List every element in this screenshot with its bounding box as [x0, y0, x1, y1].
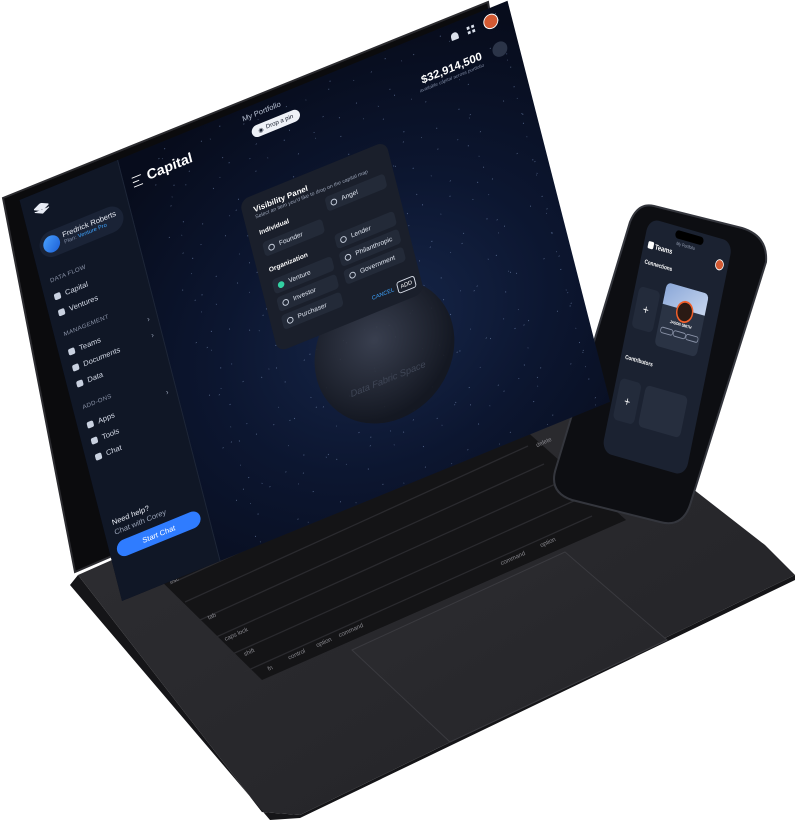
- radio-icon: [339, 234, 348, 244]
- data-icon: [75, 378, 84, 388]
- chevron-right-icon: ›: [146, 314, 151, 324]
- radio-icon: [286, 315, 295, 325]
- avatar: [41, 232, 62, 256]
- connections-heading: Connections: [643, 258, 673, 273]
- radio-icon: [348, 270, 357, 280]
- chat-icon: [94, 451, 103, 461]
- contributor-card[interactable]: [637, 384, 689, 439]
- tag: [672, 329, 687, 340]
- add-button[interactable]: ADD: [395, 275, 417, 295]
- bell-icon[interactable]: [450, 31, 460, 42]
- tools-icon: [90, 435, 99, 445]
- radio-icon: [343, 252, 352, 262]
- section-add-ons: ADD-ONS: [81, 392, 113, 412]
- tag: [659, 326, 674, 337]
- grid-icon[interactable]: [466, 24, 476, 35]
- phone-profile-avatar[interactable]: [714, 258, 725, 272]
- phone-page-title: Teams: [654, 242, 674, 256]
- teams-icon: [67, 346, 76, 356]
- radio-icon: [329, 197, 338, 207]
- capital-icon: [53, 291, 62, 301]
- cancel-button[interactable]: CANCEL: [371, 287, 394, 301]
- chevron-right-icon: ›: [164, 387, 170, 397]
- ventures-icon: [57, 307, 66, 317]
- radio-checked-icon: [277, 279, 285, 289]
- teams-icon: [647, 240, 655, 250]
- tag: [684, 333, 699, 344]
- chevron-right-icon: ›: [150, 330, 155, 340]
- logo-icon: [33, 202, 50, 214]
- pin-icon: ◉: [257, 125, 265, 135]
- radio-icon: [267, 242, 276, 252]
- add-connection-button[interactable]: +: [631, 285, 661, 334]
- radio-icon: [281, 297, 290, 307]
- apps-icon: [86, 419, 95, 429]
- documents-icon: [71, 362, 80, 372]
- contributors-heading: Contributors: [624, 354, 654, 369]
- connection-card[interactable]: JASON SMITH: [654, 282, 710, 358]
- user-card[interactable]: Fredrick Roberts Plan: Venture Pro: [36, 202, 127, 262]
- add-contributor-button[interactable]: +: [612, 377, 642, 425]
